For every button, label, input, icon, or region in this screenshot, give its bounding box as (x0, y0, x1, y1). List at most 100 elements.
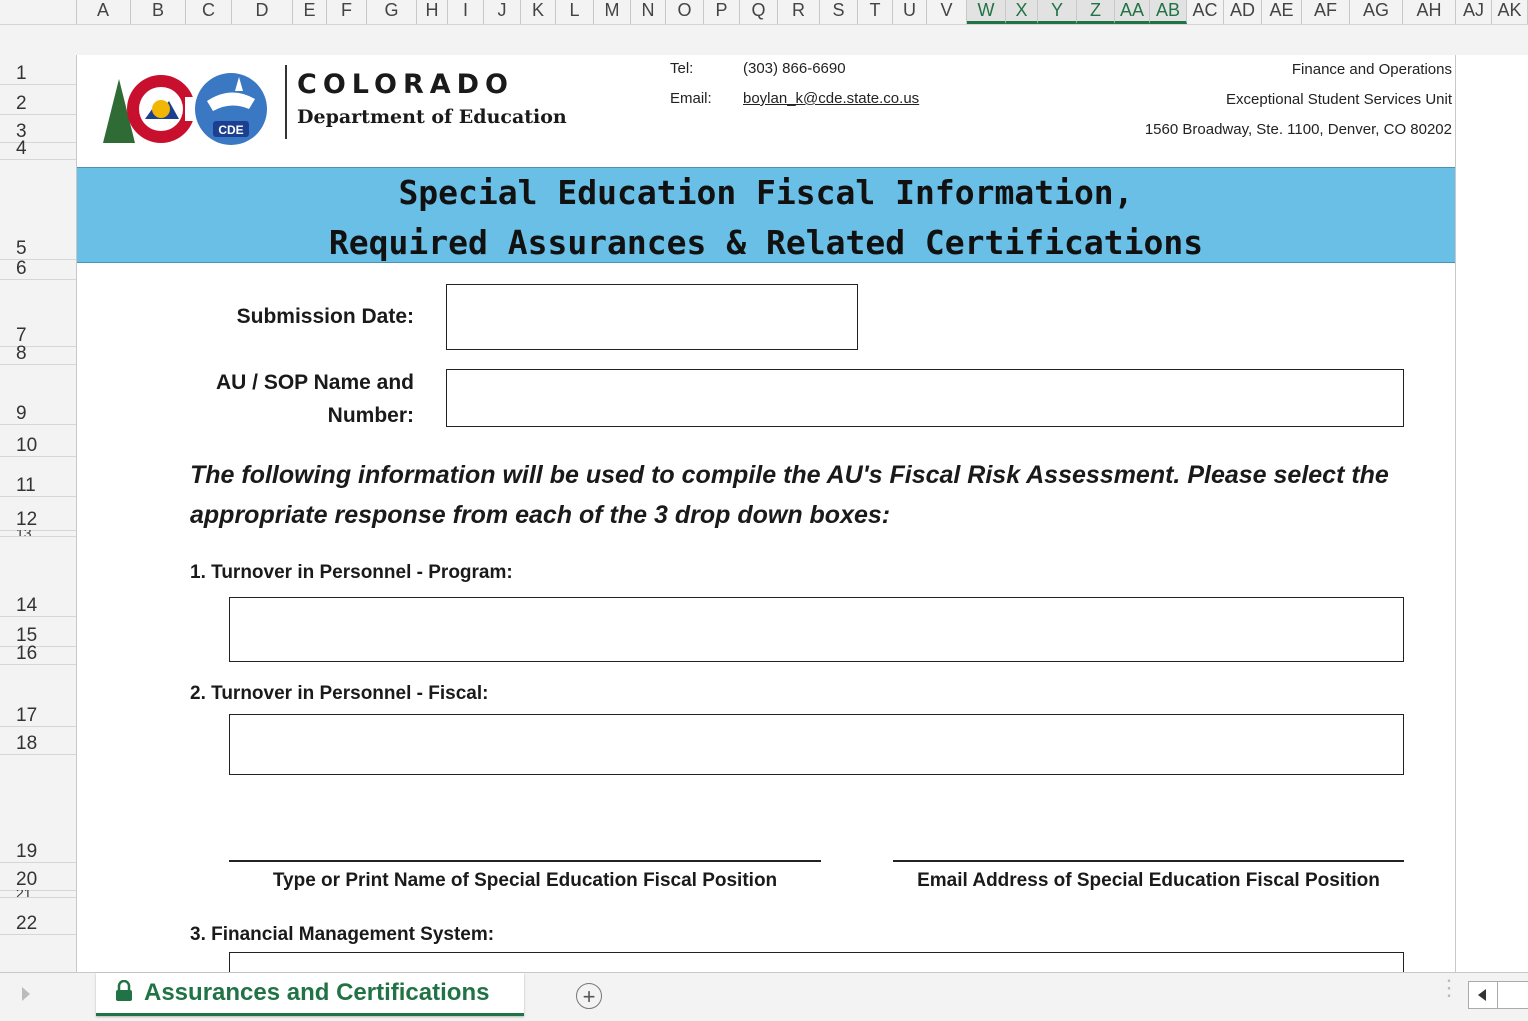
sheet-tab-assurances[interactable]: Assurances and Certifications (96, 973, 524, 1016)
row-header-4[interactable]: 4 (0, 139, 76, 160)
column-header-g[interactable]: G (367, 0, 417, 24)
row-header-11[interactable]: 11 (0, 457, 76, 497)
cde-logo: CDE (103, 73, 267, 145)
column-header-a[interactable]: A (76, 0, 131, 24)
row-header-5[interactable]: 5 (0, 160, 76, 260)
column-header-ac[interactable]: AC (1187, 0, 1224, 24)
column-header-j[interactable]: J (484, 0, 521, 24)
row-header-1[interactable]: 1 (0, 55, 76, 85)
q3-label: 3. Financial Management System: (190, 924, 495, 945)
signature-email-line[interactable] (893, 860, 1404, 862)
column-header-c[interactable]: C (186, 0, 232, 24)
column-header-n[interactable]: N (631, 0, 666, 24)
title-banner: Special Education Fiscal Information, Re… (77, 167, 1455, 263)
row-header-3[interactable]: 3 (0, 115, 76, 143)
row-header-20[interactable]: 20 (0, 863, 76, 891)
column-header-m[interactable]: M (594, 0, 631, 24)
column-header-ak[interactable]: AK (1492, 0, 1528, 24)
column-header-p[interactable]: P (704, 0, 740, 24)
brand-name: COLORADO (297, 69, 515, 100)
address-line-3: 1560 Broadway, Ste. 1100, Denver, CO 802… (1144, 121, 1452, 138)
signature-email-caption: Email Address of Special Education Fisca… (917, 870, 1380, 891)
q2-dropdown[interactable] (229, 714, 1404, 775)
row-header-19[interactable]: 19 (0, 755, 76, 863)
column-header-bar: A B C D E F G H I J K L M N O P Q R S T U V W X Y Z AA AB AC AD AE AF AG… (0, 0, 1528, 25)
sheet-tab-bar: Assurances and Certifications + ⋮ (0, 972, 1528, 1021)
submission-date-input[interactable] (446, 284, 858, 350)
sheet-nav-right-icon[interactable] (22, 987, 30, 1001)
row-header-18[interactable]: 18 (0, 727, 76, 755)
au-sop-label-line-1: AU / SOP Name and (215, 371, 414, 394)
brand-block: COLORADO Department of Education (297, 69, 567, 128)
row-header-10[interactable]: 10 (0, 425, 76, 457)
column-header-l[interactable]: L (556, 0, 594, 24)
signature-name-caption: Type or Print Name of Special Education … (272, 870, 778, 891)
row-header-21[interactable]: 21 (0, 890, 76, 898)
email-label: Email: (670, 90, 712, 107)
row-header-15[interactable]: 15 (0, 617, 76, 647)
column-header-ab[interactable]: AB (1150, 0, 1187, 24)
sheet-right-margin (1455, 55, 1528, 972)
q3-dropdown[interactable] (229, 952, 1404, 972)
add-sheet-button[interactable]: + (576, 983, 602, 1009)
row-header-8[interactable]: 8 (0, 344, 76, 365)
row-header-9[interactable]: 9 (0, 365, 76, 425)
banner-title-line-1: Special Education Fiscal Information, (398, 173, 1134, 212)
column-header-b[interactable]: B (131, 0, 186, 24)
banner-title-line-2: Required Assurances & Related Certificat… (328, 223, 1204, 262)
row-header-16[interactable]: 16 (0, 644, 76, 665)
tel-label: Tel: (670, 60, 694, 77)
logo-text: CDE (218, 123, 243, 137)
q1-label: 1. Turnover in Personnel - Program: (190, 562, 513, 583)
column-header-e[interactable]: E (293, 0, 327, 24)
row-header-12[interactable]: 12 (0, 497, 76, 531)
column-header-ae[interactable]: AE (1262, 0, 1302, 24)
column-header-d[interactable]: D (232, 0, 293, 24)
q2-label: 2. Turnover in Personnel - Fiscal: (190, 683, 489, 704)
column-header-aj[interactable]: AJ (1456, 0, 1492, 24)
horizontal-scrollbar[interactable] (1498, 981, 1528, 1009)
column-header-f[interactable]: F (327, 0, 367, 24)
select-all-corner[interactable] (0, 0, 77, 24)
instructions-text: The following information will be used t… (190, 461, 1389, 529)
column-header-y[interactable]: Y (1038, 0, 1077, 24)
column-header-z[interactable]: Z (1077, 0, 1115, 24)
au-sop-name-input[interactable] (446, 369, 1404, 427)
column-header-ad[interactable]: AD (1224, 0, 1262, 24)
column-header-x[interactable]: X (1006, 0, 1038, 24)
column-header-v[interactable]: V (927, 0, 967, 24)
tab-split-handle-icon[interactable]: ⋮ (1438, 977, 1460, 999)
row-header-14[interactable]: 14 (0, 537, 76, 617)
signature-name-line[interactable] (229, 860, 821, 862)
column-header-i[interactable]: I (448, 0, 484, 24)
row-header-6[interactable]: 6 (0, 259, 76, 280)
column-header-aa[interactable]: AA (1115, 0, 1150, 24)
header-gap (0, 25, 1528, 55)
column-header-w[interactable]: W (967, 0, 1006, 24)
column-header-ag[interactable]: AG (1350, 0, 1403, 24)
column-header-t[interactable]: T (858, 0, 893, 24)
q1-dropdown[interactable] (229, 597, 1404, 662)
address-line-2: Exceptional Student Services Unit (1226, 91, 1452, 108)
scroll-left-button[interactable] (1468, 981, 1498, 1009)
column-header-s[interactable]: S (820, 0, 858, 24)
column-header-q[interactable]: Q (740, 0, 778, 24)
row-header-7[interactable]: 7 (0, 280, 76, 347)
submission-date-label: Submission Date: (236, 305, 414, 328)
column-header-af[interactable]: AF (1302, 0, 1350, 24)
brand-sub: Department of Education (297, 106, 567, 128)
email-link[interactable]: boylan_k@cde.state.co.us (743, 90, 919, 107)
row-header-2[interactable]: 2 (0, 85, 76, 115)
row-header-bar: 12345678910111213141516171819202122 (0, 55, 77, 972)
column-header-u[interactable]: U (893, 0, 927, 24)
column-header-o[interactable]: O (666, 0, 704, 24)
column-header-h[interactable]: H (417, 0, 448, 24)
row-header-22[interactable]: 22 (0, 898, 76, 935)
column-header-k[interactable]: K (521, 0, 556, 24)
address-line-1: Finance and Operations (1291, 61, 1452, 78)
worksheet[interactable]: CDE COLORADO Department of Education Tel… (77, 55, 1455, 972)
sheet-tab-label: Assurances and Certifications (144, 979, 490, 1006)
column-header-r[interactable]: R (778, 0, 820, 24)
row-header-17[interactable]: 17 (0, 665, 76, 727)
column-header-ah[interactable]: AH (1403, 0, 1456, 24)
